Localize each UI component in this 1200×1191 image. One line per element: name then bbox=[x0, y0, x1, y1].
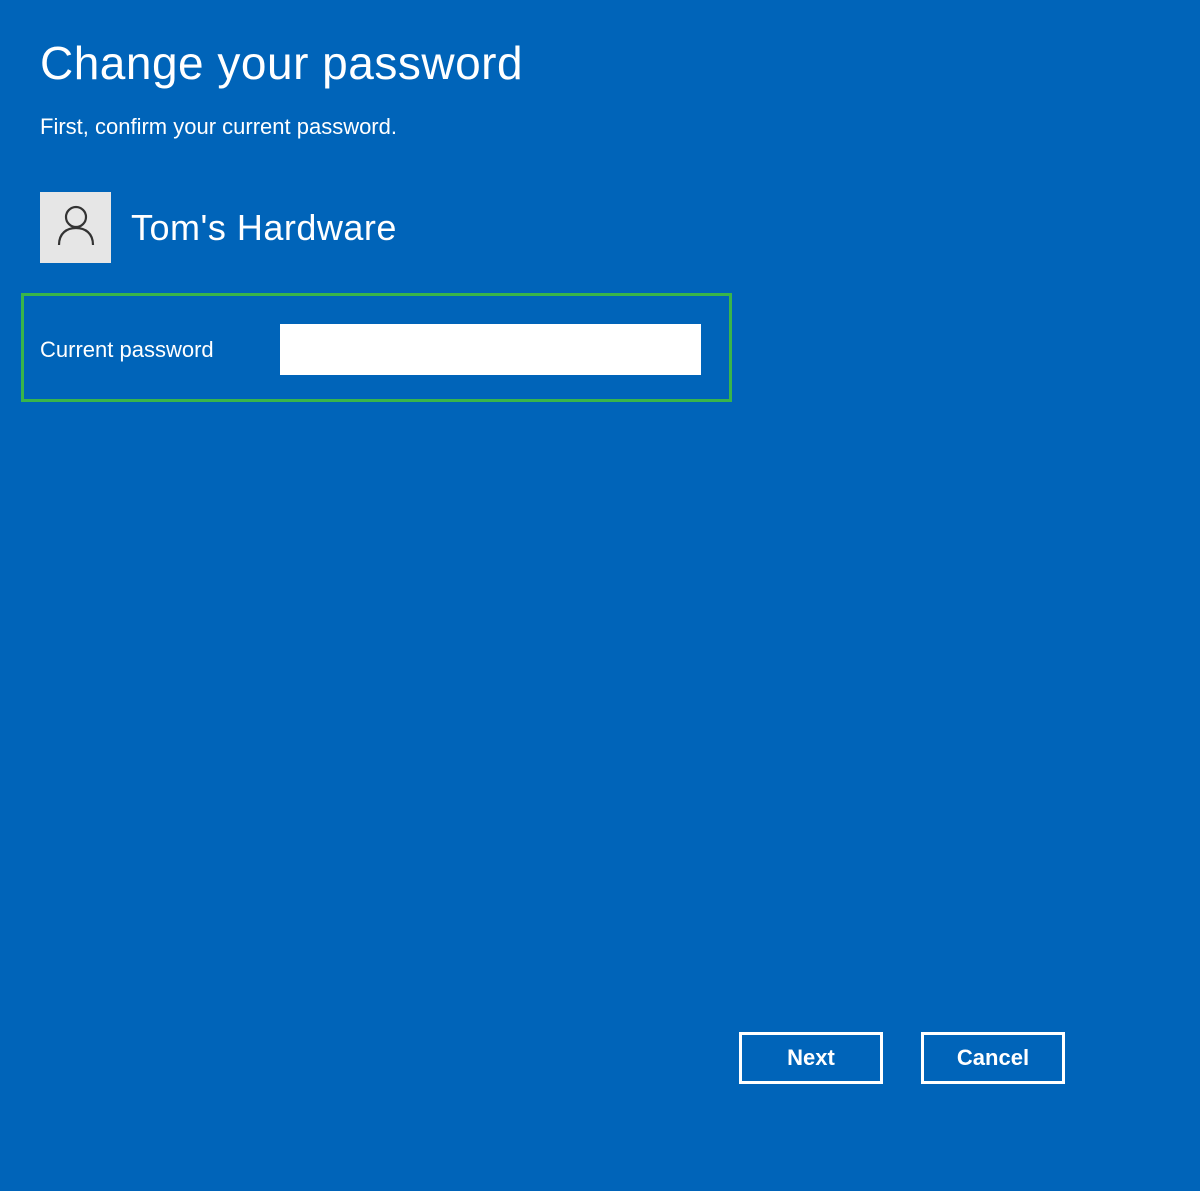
current-password-label: Current password bbox=[40, 337, 280, 363]
user-display-name: Tom's Hardware bbox=[131, 207, 397, 249]
user-icon bbox=[56, 204, 96, 251]
current-password-group: Current password bbox=[21, 293, 732, 402]
footer-buttons: Next Cancel bbox=[739, 1032, 1065, 1084]
page-subtitle: First, confirm your current password. bbox=[40, 114, 1160, 140]
cancel-button[interactable]: Cancel bbox=[921, 1032, 1065, 1084]
current-password-input[interactable] bbox=[280, 324, 701, 375]
next-button[interactable]: Next bbox=[739, 1032, 883, 1084]
page-title: Change your password bbox=[40, 36, 1160, 90]
avatar bbox=[40, 192, 111, 263]
user-section: Tom's Hardware bbox=[0, 192, 1200, 263]
